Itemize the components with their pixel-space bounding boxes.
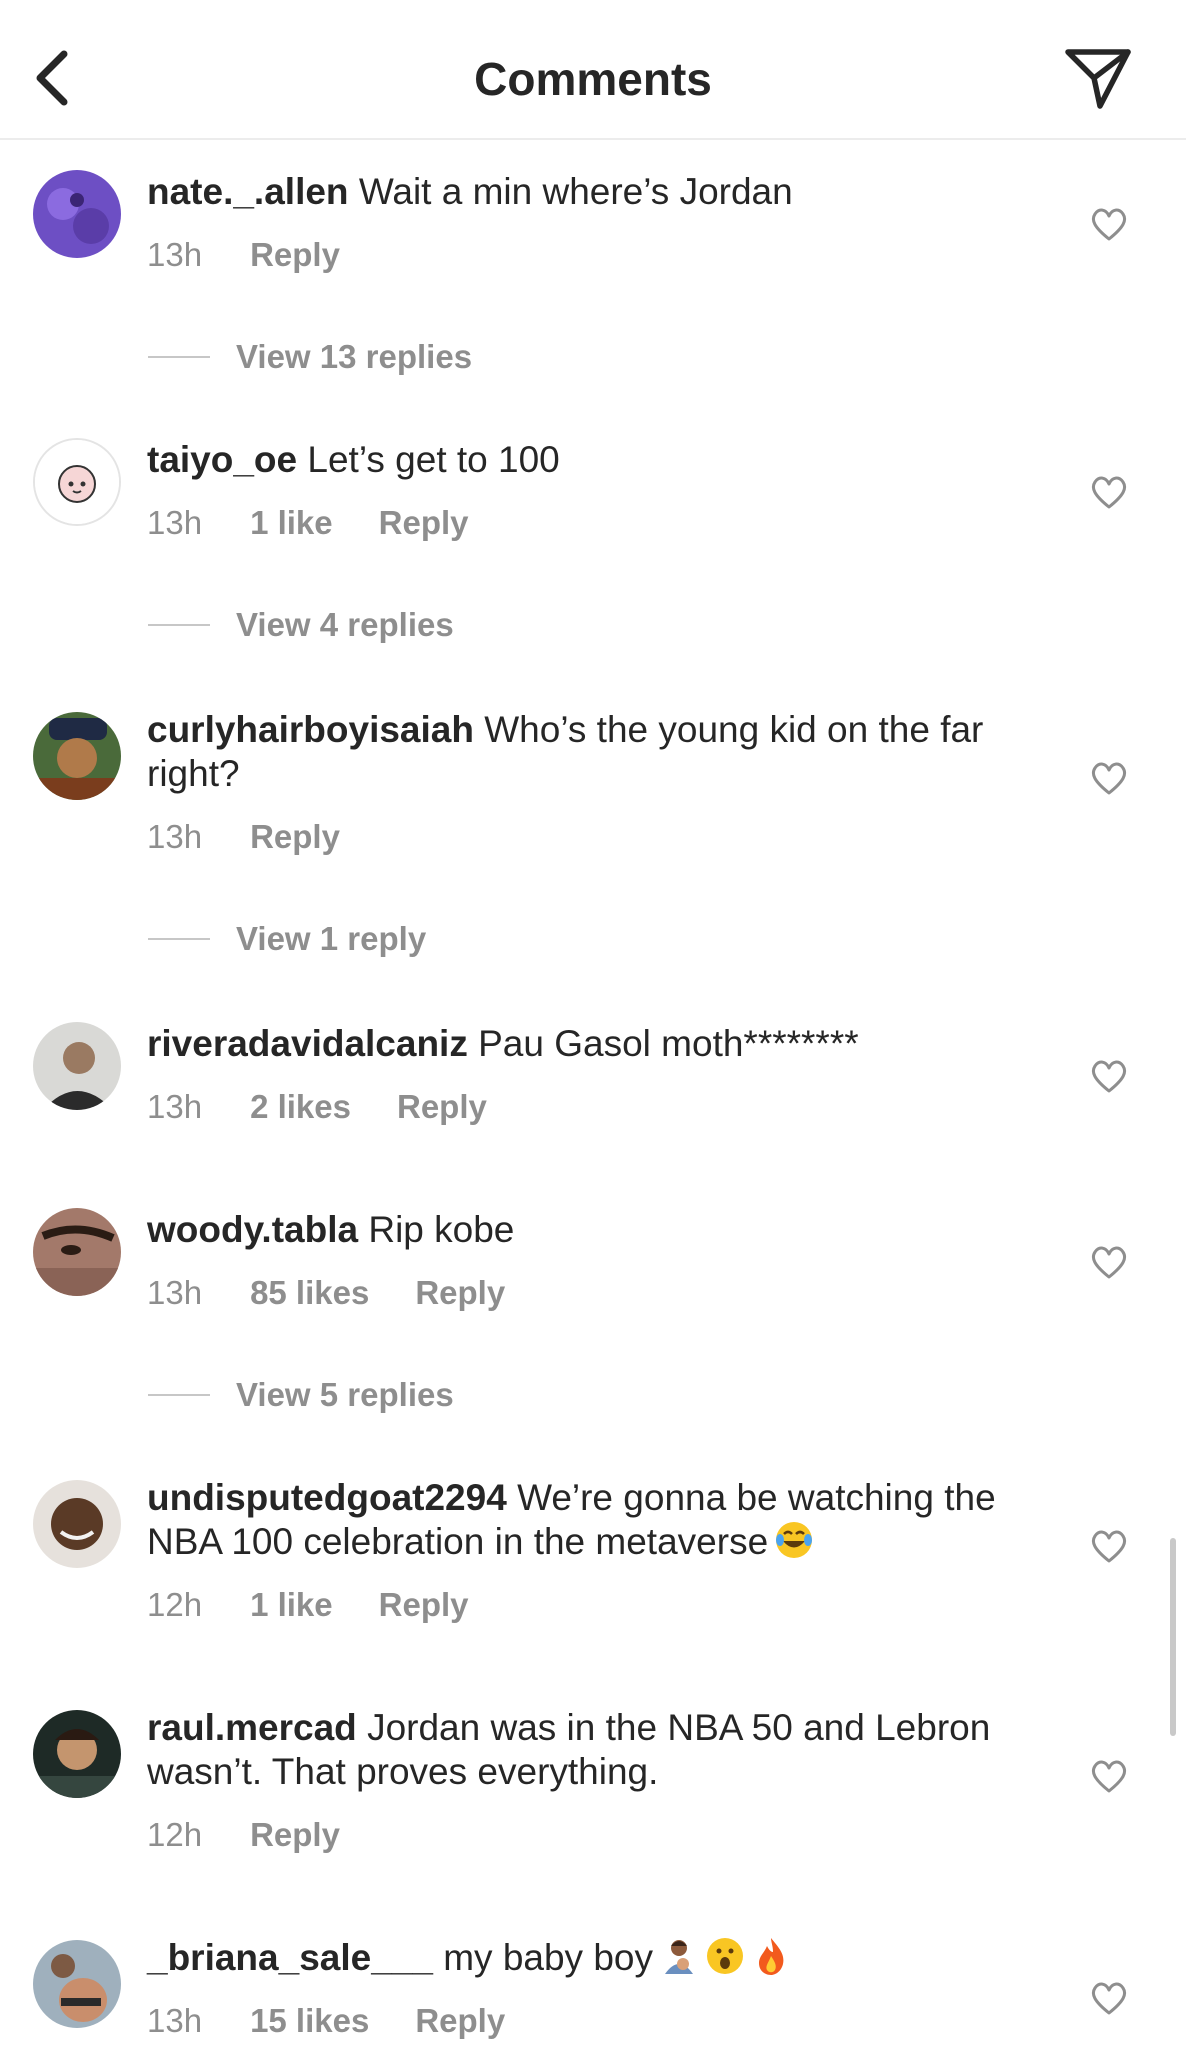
reply-button[interactable]: Reply <box>250 236 340 274</box>
comment-likes[interactable]: 85 likes <box>250 1274 369 1312</box>
view-replies-label: View 13 replies <box>236 338 473 375</box>
page-title: Comments <box>474 53 712 105</box>
comment-body: Rip kobe <box>368 1209 515 1250</box>
comment-likes[interactable]: 15 likes <box>250 2002 369 2040</box>
comment-text: undisputedgoat2294 We’re gonna be watchi… <box>147 1476 1027 1564</box>
avatar[interactable] <box>33 1710 121 1798</box>
comment-time: 13h <box>147 236 203 273</box>
heart-icon <box>1091 1982 1127 2015</box>
comment-likes[interactable]: 2 likes <box>250 1088 351 1126</box>
avatar[interactable] <box>33 1208 121 1296</box>
comment-username[interactable]: taiyo_oe <box>147 439 297 480</box>
comment-username[interactable]: riveradavidalcaniz <box>147 1023 468 1064</box>
header-bar: Comments <box>0 0 1186 140</box>
like-button[interactable] <box>1090 760 1128 796</box>
fire-emoji <box>759 1938 784 1975</box>
comment-time: 12h <box>147 1586 203 1623</box>
reply-button[interactable]: Reply <box>415 2002 505 2040</box>
mother-baby-emoji <box>665 1940 693 1974</box>
comment-text: nate._.allen Wait a min where’s Jordan <box>147 170 1027 214</box>
comment-username[interactable]: woody.tabla <box>147 1209 358 1250</box>
reply-button[interactable]: Reply <box>379 504 469 542</box>
reply-button[interactable]: Reply <box>379 1586 469 1624</box>
heart-icon <box>1091 1530 1127 1563</box>
comment-text: raul.mercad Jordan was in the NBA 50 and… <box>147 1706 1027 1794</box>
comment-meta: 13h Reply <box>147 236 340 274</box>
avatar[interactable] <box>33 1022 121 1110</box>
like-button[interactable] <box>1090 1244 1128 1280</box>
comment-meta: 12h Reply <box>147 1816 340 1854</box>
comment-meta: 13h 1 like Reply <box>147 504 469 542</box>
comment-body: my baby boy <box>443 1937 653 1978</box>
share-button[interactable] <box>1060 40 1136 112</box>
comment-text: woody.tabla Rip kobe <box>147 1208 1027 1252</box>
like-button[interactable] <box>1090 1528 1128 1564</box>
view-replies-button[interactable]: View 13 replies <box>148 338 472 376</box>
comment-meta: 13h Reply <box>147 818 340 856</box>
comment-time: 13h <box>147 1088 203 1125</box>
replies-divider-line <box>148 356 210 358</box>
comment-meta: 12h 1 like Reply <box>147 1586 469 1624</box>
reply-button[interactable]: Reply <box>397 1088 487 1126</box>
comment-time: 13h <box>147 818 203 855</box>
comment-body: Let’s get to 100 <box>307 439 560 480</box>
heart-icon <box>1091 208 1127 241</box>
comment-username[interactable]: _briana_sale___ <box>147 1937 433 1978</box>
heart-icon <box>1091 762 1127 795</box>
reply-button[interactable]: Reply <box>250 818 340 856</box>
comment-meta: 13h 15 likes Reply <box>147 2002 505 2040</box>
comment-time: 13h <box>147 504 203 541</box>
comment-time: 13h <box>147 2002 203 2039</box>
comment-username[interactable]: curlyhairboyisaiah <box>147 709 474 750</box>
surprised-face-emoji <box>707 1938 743 1974</box>
view-replies-button[interactable]: View 1 reply <box>148 920 426 958</box>
heart-icon <box>1091 1246 1127 1279</box>
comment-text: taiyo_oe Let’s get to 100 <box>147 438 1027 482</box>
comment-body: Pau Gasol moth******** <box>478 1023 859 1064</box>
replies-divider-line <box>148 938 210 940</box>
tears-of-joy-emoji <box>776 1522 813 1558</box>
view-replies-label: View 5 replies <box>236 1376 454 1413</box>
like-button[interactable] <box>1090 206 1128 242</box>
like-button[interactable] <box>1090 474 1128 510</box>
reply-button[interactable]: Reply <box>415 1274 505 1312</box>
avatar[interactable] <box>33 1480 121 1568</box>
comment-username[interactable]: undisputedgoat2294 <box>147 1477 507 1518</box>
scrollbar[interactable] <box>1170 1538 1176 1736</box>
view-replies-label: View 4 replies <box>236 606 454 643</box>
comment-body: Wait a min where’s Jordan <box>358 171 793 212</box>
like-button[interactable] <box>1090 1980 1128 2016</box>
comment-meta: 13h 2 likes Reply <box>147 1088 487 1126</box>
view-replies-button[interactable]: View 4 replies <box>148 606 454 644</box>
heart-icon <box>1091 1060 1127 1093</box>
heart-icon <box>1091 1760 1127 1793</box>
view-replies-button[interactable]: View 5 replies <box>148 1376 454 1414</box>
heart-icon <box>1091 476 1127 509</box>
avatar[interactable] <box>33 170 121 258</box>
comment-likes[interactable]: 1 like <box>250 1586 333 1624</box>
comment-username[interactable]: raul.mercad <box>147 1707 357 1748</box>
paper-plane-icon <box>1065 49 1131 109</box>
comment-text: _briana_sale___ my baby boy <box>147 1936 1027 1980</box>
replies-divider-line <box>148 624 210 626</box>
replies-divider-line <box>148 1394 210 1396</box>
view-replies-label: View 1 reply <box>236 920 427 957</box>
comment-username[interactable]: nate._.allen <box>147 171 349 212</box>
avatar[interactable] <box>33 438 121 526</box>
comment-time: 12h <box>147 1816 203 1853</box>
comment-time: 13h <box>147 1274 203 1311</box>
comment-text: curlyhairboyisaiah Who’s the young kid o… <box>147 708 1027 796</box>
comment-text: riveradavidalcaniz Pau Gasol moth*******… <box>147 1022 1027 1066</box>
comment-likes[interactable]: 1 like <box>250 504 333 542</box>
like-button[interactable] <box>1090 1058 1128 1094</box>
like-button[interactable] <box>1090 1758 1128 1794</box>
reply-button[interactable]: Reply <box>250 1816 340 1854</box>
comment-meta: 13h 85 likes Reply <box>147 1274 505 1312</box>
avatar[interactable] <box>33 1940 121 2028</box>
avatar[interactable] <box>33 712 121 800</box>
